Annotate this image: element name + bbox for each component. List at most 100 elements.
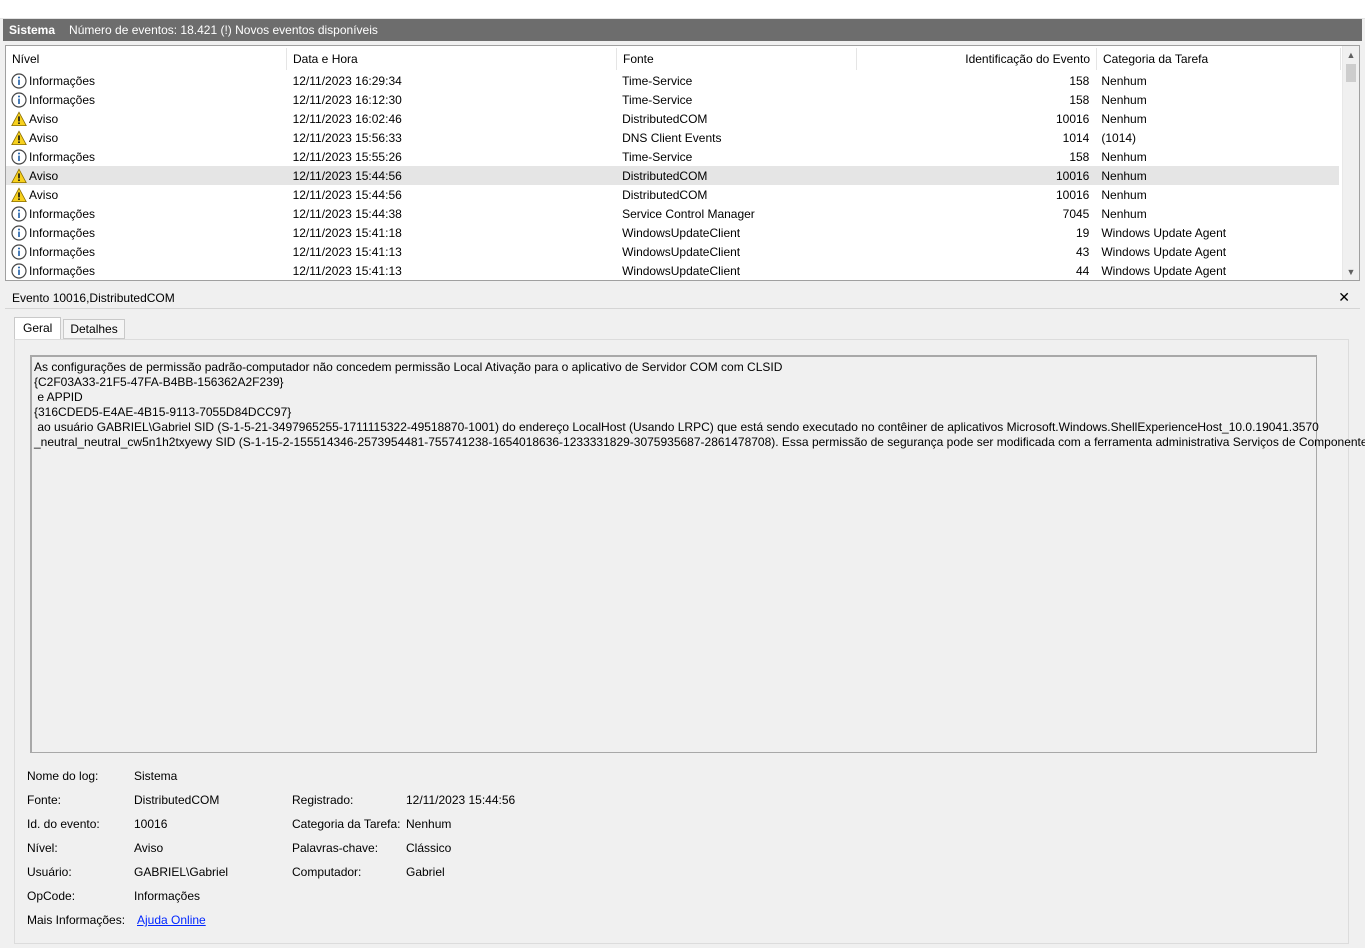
info-icon — [11, 243, 27, 260]
scroll-down-icon[interactable]: ▼ — [1343, 263, 1359, 280]
cell-event-id: 158 — [1069, 149, 1090, 164]
cell-source: DNS Client Events — [622, 130, 722, 145]
events-grid[interactable]: Nível Data e Hora Fonte Identificação do… — [5, 45, 1360, 281]
prop-row: Nível: Aviso Palavras-chave: Clássico — [27, 836, 727, 860]
cell-date: 12/11/2023 15:44:56 — [292, 168, 402, 183]
warning-icon — [11, 186, 27, 203]
cell-date: 12/11/2023 15:44:38 — [292, 206, 402, 221]
cell-level-text: Informações — [29, 263, 96, 278]
column-header-date[interactable]: Data e Hora — [287, 48, 617, 70]
cell-date: 12/11/2023 15:41:13 — [292, 263, 402, 278]
cell-level: Informações — [6, 205, 287, 222]
cell-task-category: Nenhum — [1101, 111, 1147, 126]
column-header-source[interactable]: Fonte — [617, 48, 857, 70]
cell-level: Informações — [6, 148, 287, 165]
grid-rows: Informações 12/11/2023 16:29:34 Time-Servi… — [6, 71, 1339, 280]
cell-source: DistributedCOM — [622, 168, 708, 183]
cell-level-text: Aviso — [29, 168, 59, 183]
cell-task-category: Nenhum — [1101, 206, 1147, 221]
close-icon[interactable]: ✕ — [1338, 289, 1350, 306]
cell-task-category: Nenhum — [1101, 149, 1147, 164]
cell-level: Aviso — [6, 129, 287, 146]
level-label: Nível: — [27, 841, 58, 855]
cell-event-id: 10016 — [1055, 111, 1090, 126]
user-label: Usuário: — [27, 865, 72, 879]
source-value: DistributedCOM — [134, 793, 220, 807]
cell-event-id: 10016 — [1055, 187, 1090, 202]
cell-date: 12/11/2023 15:41:18 — [292, 225, 402, 240]
cell-task-category: Windows Update Agent — [1101, 225, 1227, 240]
prop-row: OpCode: Informações — [27, 884, 727, 908]
more-info-label: Mais Informações: — [27, 913, 126, 927]
cell-level-text: Informações — [29, 149, 96, 164]
keywords-label: Palavras-chave: — [292, 841, 379, 855]
table-row[interactable]: Informações 12/11/2023 15:55:26 Time-Servi… — [6, 147, 1339, 166]
tab-general[interactable]: Geral — [14, 317, 62, 340]
cell-event-id: 158 — [1069, 92, 1090, 107]
table-row[interactable]: Informações 12/11/2023 16:12:30 Time-Servi… — [6, 90, 1339, 109]
scroll-thumb[interactable] — [1346, 64, 1356, 82]
cell-date: 12/11/2023 16:12:30 — [292, 92, 402, 107]
cell-level: Informações — [6, 91, 287, 108]
detail-header: Evento 10016,DistributedCOM ✕ — [5, 287, 1360, 309]
level-value: Aviso — [134, 841, 164, 855]
log-name-value: Sistema — [134, 769, 178, 783]
event-properties: Nome do log: Sistema Fonte: DistributedC… — [27, 764, 727, 932]
table-row[interactable]: Informações 12/11/2023 16:29:34 Time-Servi… — [6, 71, 1339, 90]
cell-event-id: 43 — [1076, 244, 1090, 259]
event-id-label: Id. do evento: — [27, 817, 100, 831]
cell-level: Aviso — [6, 167, 287, 184]
cell-source: Service Control Manager — [622, 206, 755, 221]
info-icon — [11, 91, 27, 108]
info-icon — [11, 205, 27, 222]
scroll-up-icon[interactable]: ▲ — [1343, 46, 1359, 63]
warning-icon — [11, 110, 27, 127]
detail-tabs: Geral Detalhes — [14, 317, 127, 340]
cell-level-text: Informações — [29, 244, 96, 259]
grid-header: Nível Data e Hora Fonte Identificação do… — [6, 48, 1341, 70]
column-header-task-category[interactable]: Categoria da Tarefa — [1097, 48, 1341, 70]
cell-level: Informações — [6, 243, 287, 260]
cell-date: 12/11/2023 15:41:13 — [292, 244, 402, 259]
event-message-box[interactable]: As configurações de permissão padrão-com… — [30, 355, 1365, 753]
info-icon — [11, 224, 27, 241]
table-row[interactable]: Aviso 12/11/2023 16:02:46 DistributedCOM 10… — [6, 109, 1339, 128]
computer-label: Computador: — [292, 865, 362, 879]
message-line: {C2F03A33-21F5-47FA-B4BB-156362A2F239} — [34, 375, 284, 389]
top-strip — [0, 0, 1365, 19]
prop-row: Nome do log: Sistema — [27, 764, 727, 788]
cell-level: Aviso — [6, 110, 287, 127]
task-category-value: Nenhum — [406, 817, 452, 831]
cell-date: 12/11/2023 16:29:34 — [292, 73, 402, 88]
general-panel: As configurações de permissão padrão-com… — [14, 339, 1365, 944]
message-line: _neutral_neutral_cw5n1h2txyewy SID (S-1-… — [34, 435, 1365, 449]
table-row[interactable]: Informações 12/11/2023 15:44:38 Service Co… — [6, 204, 1339, 223]
column-header-event-id[interactable]: Identificação do Evento — [857, 48, 1097, 70]
warning-icon — [11, 167, 27, 184]
cell-source: DistributedCOM — [622, 111, 708, 126]
table-row[interactable]: Aviso 12/11/2023 15:56:33 DNS Client Event… — [6, 128, 1339, 147]
table-row[interactable]: Aviso 12/11/2023 15:44:56 DistributedCOM 10… — [6, 185, 1339, 204]
column-header-level[interactable]: Nível — [6, 48, 287, 70]
task-category-label: Categoria da Tarefa: — [292, 817, 401, 831]
grid-scrollbar[interactable]: ▲ ▼ — [1342, 46, 1359, 280]
tab-details[interactable]: Detalhes — [63, 319, 125, 339]
table-row[interactable]: Informações 12/11/2023 15:41:18 WindowsUpd… — [6, 223, 1339, 242]
table-row[interactable]: Aviso 12/11/2023 15:44:56 DistributedCOM 10… — [6, 166, 1339, 185]
user-value: GABRIEL\Gabriel — [134, 865, 229, 879]
cell-task-category: Nenhum — [1101, 168, 1147, 183]
info-icon — [11, 72, 27, 89]
cell-task-category: Nenhum — [1101, 92, 1147, 107]
table-row[interactable]: Informações 12/11/2023 15:41:13 WindowsUpd… — [6, 261, 1339, 280]
event-id-value: 10016 — [134, 817, 168, 831]
cell-level: Informações — [6, 224, 287, 241]
table-row[interactable]: Informações 12/11/2023 15:41:13 WindowsUpd… — [6, 242, 1339, 261]
cell-level: Informações — [6, 262, 287, 279]
cell-source: WindowsUpdateClient — [622, 225, 741, 240]
computer-value: Gabriel — [406, 865, 445, 879]
prop-row: Mais Informações: Ajuda Online — [27, 908, 727, 932]
info-icon — [11, 262, 27, 279]
online-help-link[interactable]: Ajuda Online — [137, 908, 206, 932]
cell-level: Informações — [6, 72, 287, 89]
cell-event-id: 7045 — [1062, 206, 1090, 221]
